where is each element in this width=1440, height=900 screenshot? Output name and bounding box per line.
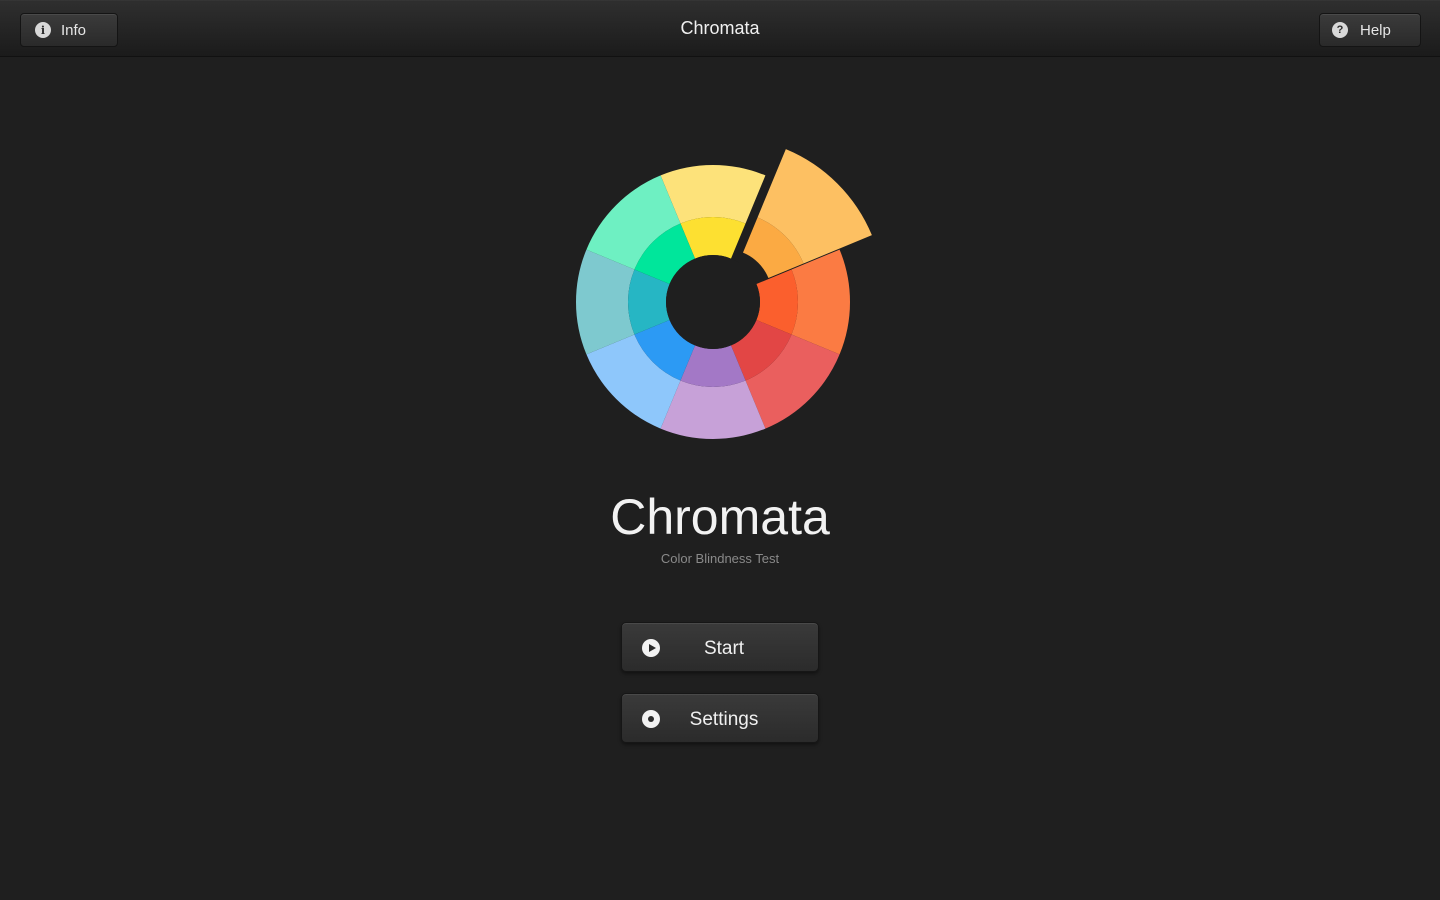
settings-button[interactable]: Settings <box>621 693 819 743</box>
title-bar: i Info Chromata ? Help <box>0 0 1440 57</box>
app-subtitle: Color Blindness Test <box>660 551 780 566</box>
question-icon: ? <box>1332 22 1348 38</box>
help-button-label: Help <box>1360 21 1391 39</box>
color-wheel-logo <box>576 149 872 439</box>
settings-button-label: Settings <box>689 709 759 730</box>
help-button[interactable]: ? Help <box>1319 13 1421 47</box>
window-title: Chromata <box>680 18 760 38</box>
start-button-label: Start <box>703 638 745 659</box>
start-button[interactable]: Start <box>621 622 819 672</box>
wheel-center-hole <box>666 255 760 349</box>
app-name-heading: Chromata <box>610 489 830 545</box>
